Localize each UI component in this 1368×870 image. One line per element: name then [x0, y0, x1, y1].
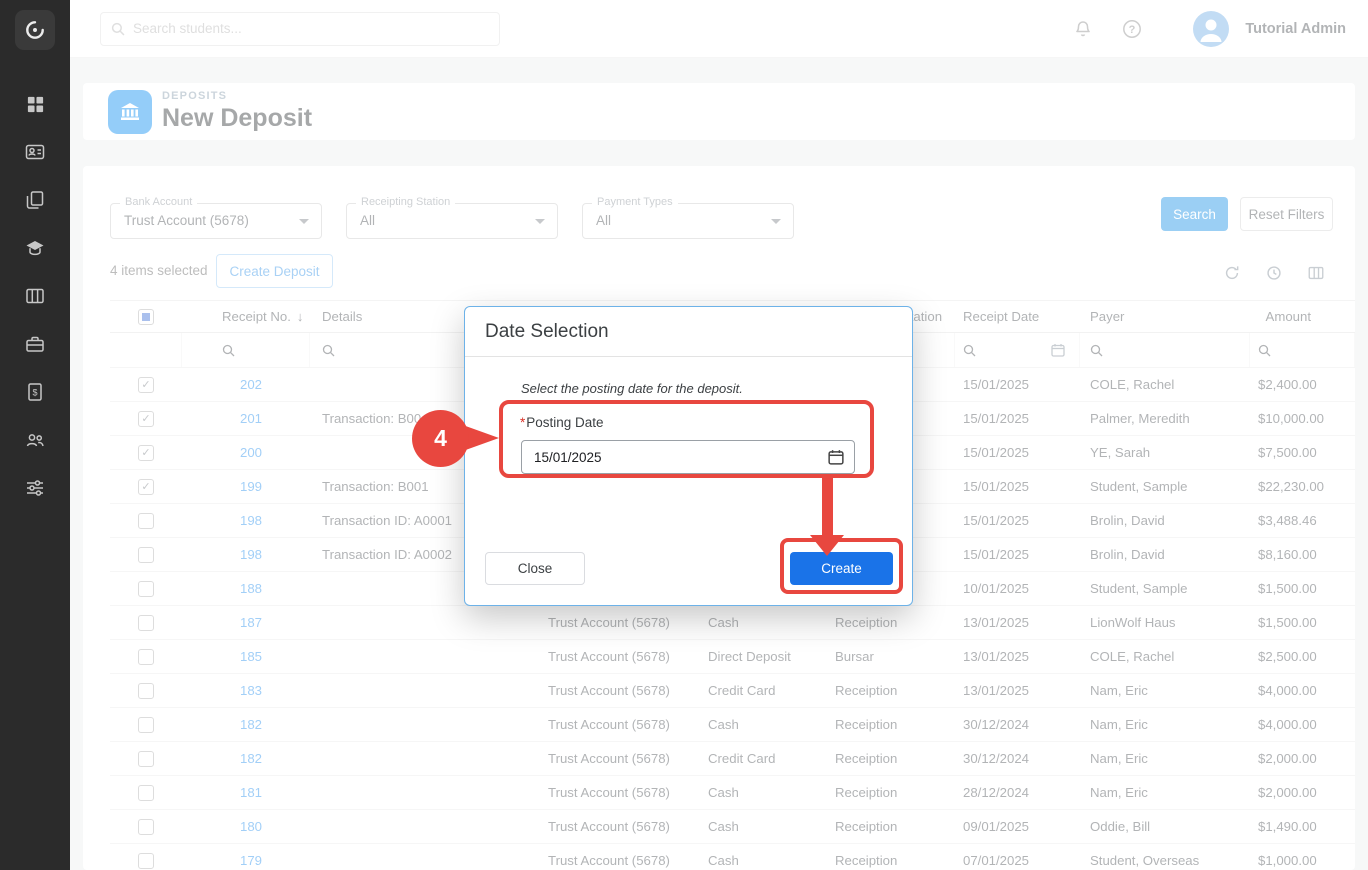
briefcase-icon	[25, 334, 45, 354]
people-icon	[25, 430, 45, 450]
sidebar: $	[0, 0, 70, 870]
sliders-icon	[25, 478, 45, 498]
sidebar-item-briefcase[interactable]	[0, 320, 70, 368]
close-button[interactable]: Close	[485, 552, 585, 585]
annotation-box-posting-date	[499, 400, 874, 478]
sidebar-item-settings[interactable]	[0, 464, 70, 512]
annotation-step-badge: 4	[412, 410, 469, 467]
svg-text:$: $	[32, 388, 37, 398]
sidebar-item-dashboard[interactable]	[0, 80, 70, 128]
modal-title: Date Selection	[485, 321, 609, 343]
sidebar-item-table[interactable]	[0, 272, 70, 320]
sidebar-item-billing[interactable]: $	[0, 368, 70, 416]
documents-icon	[25, 190, 45, 210]
dashboard-icon	[26, 95, 45, 114]
sidebar-item-documents[interactable]	[0, 176, 70, 224]
contacts-icon	[25, 142, 45, 162]
table-icon	[25, 286, 45, 306]
sidebar-item-contacts[interactable]	[0, 128, 70, 176]
annotation-arrow-stem	[822, 477, 833, 537]
app-logo[interactable]	[0, 0, 70, 60]
modal-instruction: Select the posting date for the deposit.	[521, 381, 743, 396]
sidebar-item-people[interactable]	[0, 416, 70, 464]
billing-icon: $	[25, 382, 45, 402]
sidebar-item-education[interactable]	[0, 224, 70, 272]
annotation-arrow-head	[810, 535, 844, 556]
education-icon	[25, 238, 45, 258]
